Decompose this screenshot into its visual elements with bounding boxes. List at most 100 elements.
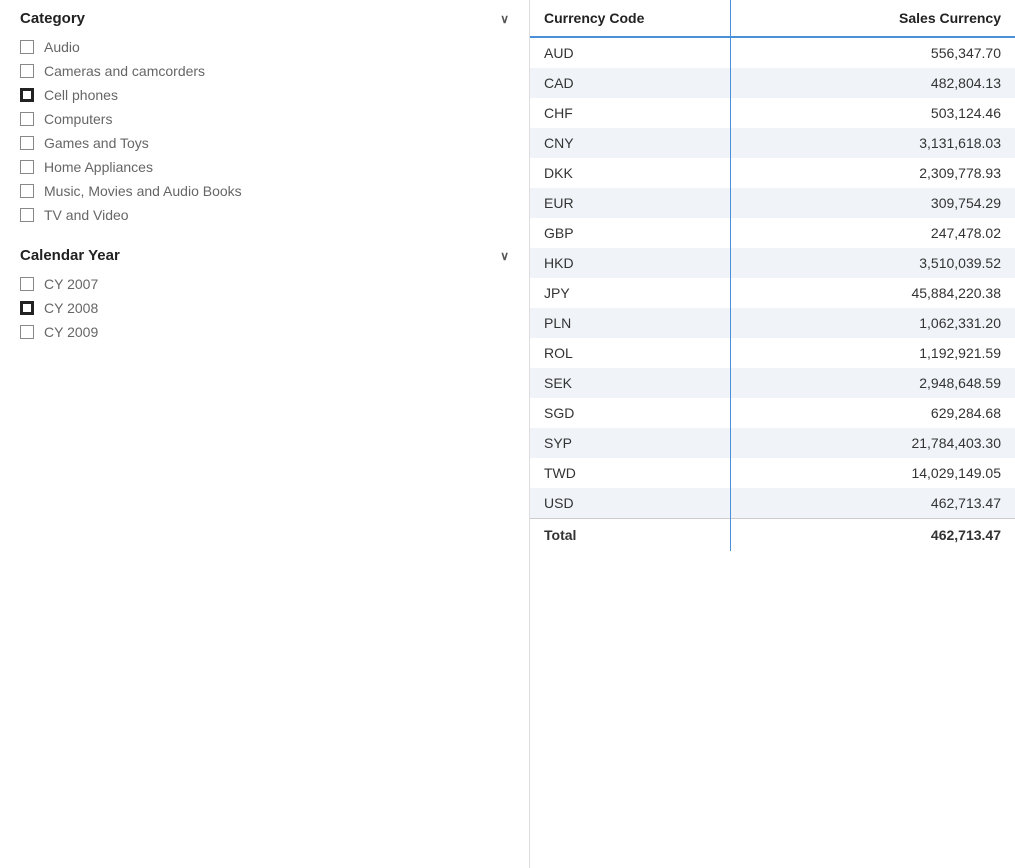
currency-sales-table: Currency Code Sales Currency AUD556,347.… xyxy=(530,0,1015,551)
category-filter-item[interactable]: Home Appliances xyxy=(20,155,509,179)
category-filter-item[interactable]: Cell phones xyxy=(20,83,509,107)
cell-sales-currency: 3,131,618.03 xyxy=(730,128,1015,158)
cell-sales-currency: 503,124.46 xyxy=(730,98,1015,128)
cell-sales-currency: 45,884,220.38 xyxy=(730,278,1015,308)
checkbox-icon[interactable] xyxy=(20,40,34,54)
filter-item-label: Cell phones xyxy=(44,87,118,103)
cell-currency-code: HKD xyxy=(530,248,730,278)
cell-currency-code: JPY xyxy=(530,278,730,308)
table-row[interactable]: SGD629,284.68 xyxy=(530,398,1015,428)
table-body: AUD556,347.70CAD482,804.13CHF503,124.46C… xyxy=(530,37,1015,519)
cell-currency-code: AUD xyxy=(530,37,730,68)
cell-currency-code: SGD xyxy=(530,398,730,428)
checkbox-icon[interactable] xyxy=(20,64,34,78)
table-row[interactable]: USD462,713.47 xyxy=(530,488,1015,519)
filter-item-label: Home Appliances xyxy=(44,159,153,175)
cell-sales-currency: 309,754.29 xyxy=(730,188,1015,218)
checkbox-icon[interactable] xyxy=(20,208,34,222)
checkbox-icon[interactable] xyxy=(20,325,34,339)
cell-currency-code: DKK xyxy=(530,158,730,188)
checkbox-icon[interactable] xyxy=(20,184,34,198)
table-row[interactable]: EUR309,754.29 xyxy=(530,188,1015,218)
filter-item-label: CY 2007 xyxy=(44,276,98,292)
cell-sales-currency: 14,029,149.05 xyxy=(730,458,1015,488)
category-filter-header[interactable]: Category ∨ xyxy=(20,10,509,27)
data-table-panel: Currency Code Sales Currency AUD556,347.… xyxy=(530,0,1015,868)
table-row[interactable]: CNY3,131,618.03 xyxy=(530,128,1015,158)
table-row[interactable]: ROL1,192,921.59 xyxy=(530,338,1015,368)
cell-currency-code: TWD xyxy=(530,458,730,488)
category-filter-section: Category ∨ Audio Cameras and camcorders Ce… xyxy=(20,10,509,227)
category-filter-item[interactable]: Games and Toys xyxy=(20,131,509,155)
table-row[interactable]: SYP21,784,403.30 xyxy=(530,428,1015,458)
cell-sales-currency: 462,713.47 xyxy=(730,488,1015,519)
checkbox-icon[interactable] xyxy=(20,277,34,291)
calendar-year-filter-label: Calendar Year xyxy=(20,247,120,264)
cell-sales-currency: 247,478.02 xyxy=(730,218,1015,248)
cell-currency-code: ROL xyxy=(530,338,730,368)
cell-sales-currency: 1,192,921.59 xyxy=(730,338,1015,368)
cell-currency-code: GBP xyxy=(530,218,730,248)
checkbox-icon[interactable] xyxy=(20,160,34,174)
table-row[interactable]: AUD556,347.70 xyxy=(530,37,1015,68)
calendar-year-filter-item[interactable]: CY 2009 xyxy=(20,320,509,344)
column-header-sales-currency: Sales Currency xyxy=(730,0,1015,37)
table-row[interactable]: SEK2,948,648.59 xyxy=(530,368,1015,398)
cell-sales-currency: 556,347.70 xyxy=(730,37,1015,68)
cell-sales-currency: 629,284.68 xyxy=(730,398,1015,428)
filter-item-label: TV and Video xyxy=(44,207,129,223)
checkbox-icon[interactable] xyxy=(20,88,34,102)
cell-currency-code: CNY xyxy=(530,128,730,158)
category-filter-item[interactable]: TV and Video xyxy=(20,203,509,227)
filter-item-label: Cameras and camcorders xyxy=(44,63,205,79)
cell-currency-code: CHF xyxy=(530,98,730,128)
filter-item-label: CY 2008 xyxy=(44,300,98,316)
table-row[interactable]: DKK2,309,778.93 xyxy=(530,158,1015,188)
main-layout: Category ∨ Audio Cameras and camcorders Ce… xyxy=(0,0,1015,868)
cell-currency-code: CAD xyxy=(530,68,730,98)
cell-sales-currency: 21,784,403.30 xyxy=(730,428,1015,458)
category-filter-items: Audio Cameras and camcorders Cell phones Co… xyxy=(20,35,509,227)
column-header-currency-code: Currency Code xyxy=(530,0,730,37)
calendar-year-filter-section: Calendar Year ∨ CY 2007 CY 2008 CY 2009 xyxy=(20,247,509,344)
calendar-year-filter-header[interactable]: Calendar Year ∨ xyxy=(20,247,509,264)
cell-sales-currency: 2,948,648.59 xyxy=(730,368,1015,398)
checkbox-icon[interactable] xyxy=(20,301,34,315)
category-chevron-icon[interactable]: ∨ xyxy=(500,12,509,26)
table-row[interactable]: HKD3,510,039.52 xyxy=(530,248,1015,278)
table-row[interactable]: CHF503,124.46 xyxy=(530,98,1015,128)
filter-item-label: Music, Movies and Audio Books xyxy=(44,183,242,199)
category-filter-label: Category xyxy=(20,10,85,27)
category-filter-item[interactable]: Computers xyxy=(20,107,509,131)
cell-currency-code: EUR xyxy=(530,188,730,218)
calendar-year-filter-item[interactable]: CY 2007 xyxy=(20,272,509,296)
filter-item-label: Games and Toys xyxy=(44,135,149,151)
cell-sales-currency: 482,804.13 xyxy=(730,68,1015,98)
cell-currency-code: SEK xyxy=(530,368,730,398)
cell-sales-currency: 2,309,778.93 xyxy=(730,158,1015,188)
table-row[interactable]: GBP247,478.02 xyxy=(530,218,1015,248)
category-filter-item[interactable]: Music, Movies and Audio Books xyxy=(20,179,509,203)
cell-sales-currency: 1,062,331.20 xyxy=(730,308,1015,338)
footer-label: Total xyxy=(530,519,730,552)
filter-item-label: Audio xyxy=(44,39,80,55)
category-filter-item[interactable]: Audio xyxy=(20,35,509,59)
calendar-year-filter-item[interactable]: CY 2008 xyxy=(20,296,509,320)
table-row[interactable]: JPY45,884,220.38 xyxy=(530,278,1015,308)
cell-currency-code: SYP xyxy=(530,428,730,458)
table-header-row: Currency Code Sales Currency xyxy=(530,0,1015,37)
table-row[interactable]: TWD14,029,149.05 xyxy=(530,458,1015,488)
table-row[interactable]: PLN1,062,331.20 xyxy=(530,308,1015,338)
table-row[interactable]: CAD482,804.13 xyxy=(530,68,1015,98)
category-filter-item[interactable]: Cameras and camcorders xyxy=(20,59,509,83)
calendar-year-chevron-icon[interactable]: ∨ xyxy=(500,249,509,263)
table-footer: Total 462,713.47 xyxy=(530,519,1015,552)
calendar-year-filter-items: CY 2007 CY 2008 CY 2009 xyxy=(20,272,509,344)
checkbox-icon[interactable] xyxy=(20,112,34,126)
cell-currency-code: USD xyxy=(530,488,730,519)
cell-currency-code: PLN xyxy=(530,308,730,338)
cell-sales-currency: 3,510,039.52 xyxy=(730,248,1015,278)
checkbox-icon[interactable] xyxy=(20,136,34,150)
filter-item-label: Computers xyxy=(44,111,112,127)
table-footer-row: Total 462,713.47 xyxy=(530,519,1015,552)
